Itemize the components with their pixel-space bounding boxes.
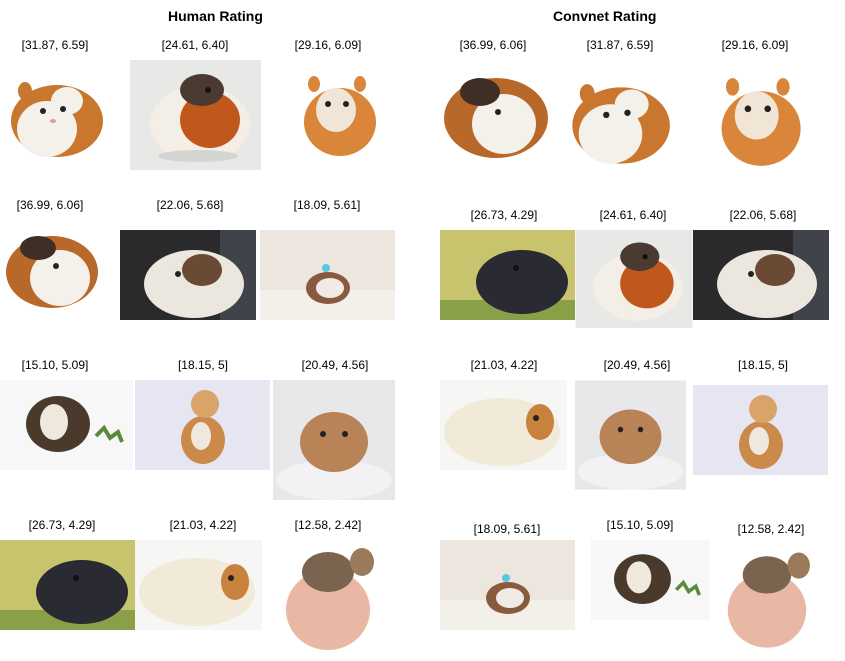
guinea-pig-image: [0, 380, 133, 470]
image-caption: [18.09, 5.61]: [473, 522, 541, 536]
image-caption: [29.16, 6.09]: [721, 38, 789, 52]
guinea-pig-image: [0, 540, 135, 630]
guinea-pig-image: [716, 545, 818, 657]
image-caption: [24.61, 6.40]: [599, 208, 667, 222]
image-caption: [36.99, 6.06]: [459, 38, 527, 52]
image-caption: [12.58, 2.42]: [737, 522, 805, 536]
convnet-rating-title: Convnet Rating: [553, 8, 657, 24]
guinea-pig-image: [440, 62, 548, 164]
guinea-pig-image: [693, 230, 829, 320]
image-caption: [22.06, 5.68]: [156, 198, 224, 212]
human-rating-title: Human Rating: [168, 8, 263, 24]
guinea-pig-image: [5, 62, 105, 164]
image-caption: [20.49, 4.56]: [603, 358, 671, 372]
guinea-pig-image: [120, 230, 256, 320]
image-caption: [22.06, 5.68]: [729, 208, 797, 222]
guinea-pig-image: [715, 66, 805, 178]
guinea-pig-image: [2, 220, 98, 312]
guinea-pig-image: [440, 230, 575, 320]
image-caption: [18.09, 5.61]: [293, 198, 361, 212]
guinea-pig-image: [130, 60, 261, 170]
image-caption: [20.49, 4.56]: [301, 358, 369, 372]
image-caption: [18.15, 5]: [737, 358, 789, 372]
image-caption: [21.03, 4.22]: [470, 358, 538, 372]
image-caption: [26.73, 4.29]: [28, 518, 96, 532]
guinea-pig-image: [260, 230, 395, 320]
image-caption: [12.58, 2.42]: [294, 518, 362, 532]
guinea-pig-image: [278, 540, 378, 660]
guinea-pig-image: [135, 380, 270, 470]
image-caption: [24.61, 6.40]: [161, 38, 229, 52]
image-caption: [15.10, 5.09]: [21, 358, 89, 372]
guinea-pig-image: [566, 64, 672, 170]
image-caption: [15.10, 5.09]: [606, 518, 674, 532]
guinea-pig-image: [440, 540, 575, 630]
image-caption: [36.99, 6.06]: [16, 198, 84, 212]
guinea-pig-image: [135, 540, 262, 630]
image-caption: [31.87, 6.59]: [21, 38, 89, 52]
guinea-pig-image: [440, 380, 567, 470]
image-caption: [29.16, 6.09]: [294, 38, 362, 52]
image-caption: [18.15, 5]: [177, 358, 229, 372]
guinea-pig-image: [693, 380, 828, 480]
guinea-pig-image: [590, 540, 710, 620]
image-caption: [31.87, 6.59]: [586, 38, 654, 52]
guinea-pig-image: [273, 380, 395, 500]
image-caption: [26.73, 4.29]: [470, 208, 538, 222]
guinea-pig-image: [575, 230, 693, 328]
guinea-pig-image: [298, 66, 380, 166]
guinea-pig-image: [575, 380, 686, 490]
image-caption: [21.03, 4.22]: [169, 518, 237, 532]
